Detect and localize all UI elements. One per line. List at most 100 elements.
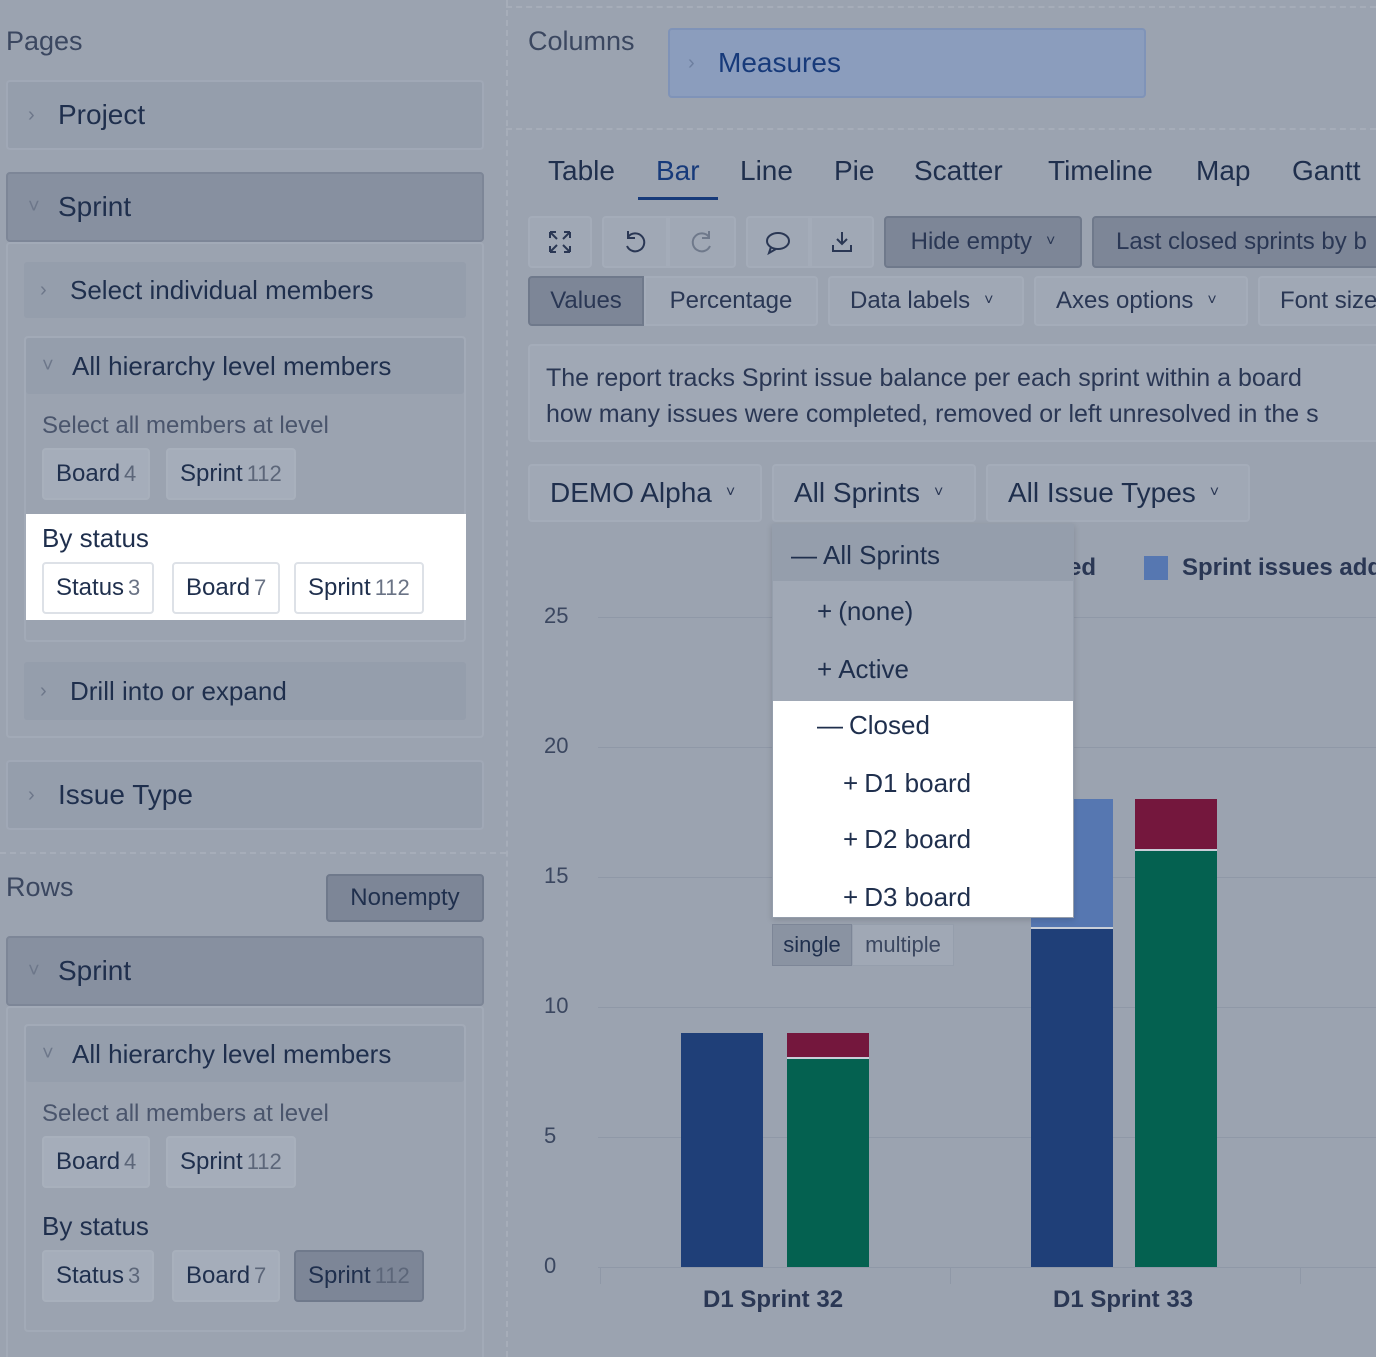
font-size-label: Font size [1280, 287, 1376, 314]
top-divider [506, 6, 1376, 8]
page-project[interactable]: › Project [6, 80, 484, 150]
vertical-divider [506, 0, 508, 1357]
tab-timeline[interactable]: Timeline [1048, 155, 1153, 187]
drill-into-expand[interactable]: › Drill into or expand [24, 662, 466, 720]
bar-segment[interactable] [1135, 799, 1217, 851]
description-line-1: The report tracks Sprint issue balance p… [546, 364, 1302, 392]
dropdown-item-d1-board[interactable]: + D1 board [773, 755, 1073, 811]
chip-label: Board [186, 1262, 251, 1289]
chip-count: 7 [254, 575, 267, 600]
columns-title: Columns [528, 26, 635, 56]
bar-segment[interactable] [1031, 929, 1113, 1267]
chevron-down-icon: ˅ [725, 484, 736, 501]
issue-types-filter[interactable]: All Issue Types ˅ [986, 464, 1250, 522]
expand-plus-icon: + [817, 653, 833, 684]
chevron-down-icon: ˅ [42, 354, 54, 377]
chevron-right-icon: › [688, 51, 695, 74]
hide-empty-dropdown[interactable]: Hide empty ˅ [884, 216, 1082, 268]
dropdown-item-none[interactable]: + (none) [773, 583, 1073, 639]
data-labels-label: Data labels [850, 287, 971, 314]
expand-plus-icon: + [843, 767, 859, 798]
select-individual-members[interactable]: › Select individual members [24, 262, 466, 318]
redo-button[interactable] [668, 216, 736, 268]
rows-status-chip-board[interactable]: Board 7 [172, 1250, 281, 1302]
dropdown-item-closed[interactable]: — Closed [773, 697, 1073, 753]
fullscreen-button[interactable] [528, 216, 592, 268]
page-sprint-label: Sprint [58, 191, 132, 222]
values-toggle[interactable]: Values [528, 276, 644, 326]
measures-dimension[interactable]: › Measures [668, 28, 1146, 98]
chevron-down-icon: ˅ [1046, 233, 1056, 250]
chip-count: 112 [374, 575, 410, 600]
nonempty-button[interactable]: Nonempty [326, 874, 484, 922]
tab-table[interactable]: Table [548, 155, 615, 187]
hide-empty-label: Hide empty [910, 228, 1033, 255]
rows-sprint[interactable]: ˅ Sprint [6, 936, 484, 1006]
rows-select-all-label: Select all members at level [42, 1100, 329, 1127]
dropdown-item-label: Active [838, 653, 909, 684]
rows-all-hierarchy[interactable]: ˅ All hierarchy level members [26, 1026, 464, 1082]
bar-segment[interactable] [787, 1033, 869, 1059]
axes-options-dropdown[interactable]: Axes options ˅ [1034, 276, 1248, 326]
tab-bar[interactable]: Bar [656, 155, 700, 187]
status-chip-sprint[interactable]: Sprint 112 [294, 562, 424, 614]
divider [0, 852, 506, 854]
tab-gantt[interactable]: Gantt [1292, 155, 1360, 187]
bar-segment[interactable] [681, 1033, 763, 1267]
dropdown-item-all-sprints[interactable]: — All Sprints [773, 527, 1073, 583]
level-chip-board[interactable]: Board 4 [42, 448, 151, 500]
bar-segment[interactable] [1135, 851, 1217, 1267]
chevron-right-icon: › [40, 679, 47, 702]
chip-label: Board [56, 1148, 121, 1175]
issue-type-label: Issue Type [58, 779, 193, 810]
sprints-filter-label: All Sprints [794, 477, 921, 508]
dropdown-item-d3-board[interactable]: + D3 board [773, 869, 1073, 917]
tab-map[interactable]: Map [1196, 155, 1250, 187]
sprints-filter[interactable]: All Sprints ˅ [772, 464, 976, 522]
x-category-label: D1 Sprint 32 [703, 1286, 844, 1313]
status-chip-board[interactable]: Board 7 [172, 562, 281, 614]
percentage-toggle[interactable]: Percentage [644, 276, 818, 326]
data-labels-dropdown[interactable]: Data labels ˅ [828, 276, 1024, 326]
level-chip-sprint[interactable]: Sprint 112 [166, 448, 296, 500]
dropdown-item-label: (none) [838, 595, 914, 626]
chevron-down-icon: ˅ [984, 292, 994, 309]
chip-count: 112 [374, 1263, 410, 1288]
y-tick-label: 20 [544, 733, 569, 758]
tab-line[interactable]: Line [740, 155, 793, 187]
rows-status-chip-sprint[interactable]: Sprint 112 [294, 1250, 424, 1302]
tab-pie[interactable]: Pie [834, 155, 874, 187]
project-filter[interactable]: DEMO Alpha ˅ [528, 464, 762, 522]
font-size-dropdown[interactable]: Font size [1258, 276, 1376, 326]
page-issue-type[interactable]: › Issue Type [6, 760, 484, 830]
tab-scatter[interactable]: Scatter [914, 155, 1003, 187]
x-category-label: D1 Sprint 33 [1053, 1286, 1194, 1313]
dropdown-item-active[interactable]: + Active [773, 641, 1073, 697]
dropdown-item-label: Closed [849, 709, 930, 740]
dropdown-item-d2-board[interactable]: + D2 board [773, 811, 1073, 867]
all-hierarchy-level-members[interactable]: ˅ All hierarchy level members [26, 338, 464, 394]
rows-status-chip-status[interactable]: Status 3 [42, 1250, 155, 1302]
sprints-dropdown-menu: — All Sprints + (none) + Active — Closed + D1… [772, 524, 1074, 918]
undo-button[interactable] [602, 216, 668, 268]
page-sprint[interactable]: ˅ Sprint [6, 172, 484, 242]
status-chip-status[interactable]: Status 3 [42, 562, 155, 614]
y-tick-label: 0 [544, 1253, 557, 1278]
rows-level-chip-board[interactable]: Board 4 [42, 1136, 151, 1188]
active-tab-underline [638, 197, 718, 200]
multiple-select-toggle[interactable]: multiple [852, 924, 954, 966]
rows-level-chip-sprint[interactable]: Sprint 112 [166, 1136, 296, 1188]
x-tick [1300, 1268, 1301, 1284]
last-closed-sprints-dropdown[interactable]: Last closed sprints by b [1092, 216, 1376, 268]
legend-item-sprint-issues-added: Sprint issues add [1182, 554, 1376, 581]
x-tick [600, 1268, 601, 1284]
chevron-right-icon: › [40, 278, 47, 301]
comment-icon [766, 232, 790, 255]
chip-label: Status [56, 1262, 125, 1289]
chevron-down-icon: ˅ [934, 484, 944, 501]
download-button[interactable] [810, 216, 874, 268]
bar-segment[interactable] [787, 1059, 869, 1267]
chevron-right-icon: › [28, 783, 35, 806]
comment-button[interactable] [746, 216, 810, 268]
single-select-toggle[interactable]: single [772, 924, 852, 966]
